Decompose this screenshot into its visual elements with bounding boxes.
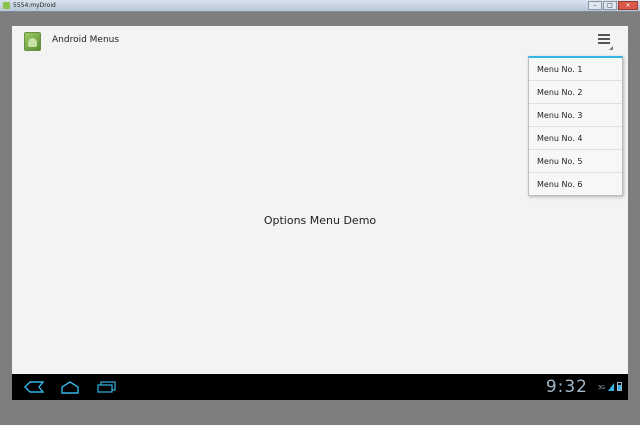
content-text: Options Menu Demo bbox=[263, 214, 377, 227]
back-icon[interactable] bbox=[24, 381, 44, 393]
emulator-app-icon bbox=[3, 2, 10, 9]
menu-item-1[interactable]: Menu No. 1 bbox=[529, 58, 622, 81]
menu-item-6[interactable]: Menu No. 6 bbox=[529, 173, 622, 196]
menu-item-3[interactable]: Menu No. 3 bbox=[529, 104, 622, 127]
home-icon[interactable] bbox=[60, 381, 80, 394]
app-title: Android Menus bbox=[52, 35, 120, 45]
maximize-button[interactable]: □ bbox=[603, 1, 617, 10]
action-bar: Android Menus bbox=[12, 26, 628, 56]
clock: 9:32 bbox=[545, 377, 588, 397]
system-bar: 9:32 3G bbox=[12, 374, 628, 400]
android-app-icon[interactable] bbox=[24, 32, 41, 51]
menu-item-2[interactable]: Menu No. 2 bbox=[529, 81, 622, 104]
window-title: 5554:myDroid bbox=[13, 2, 56, 9]
window-titlebar: 5554:myDroid – □ ✕ bbox=[0, 0, 640, 12]
options-menu: Menu No. 1 Menu No. 2 Menu No. 3 Menu No… bbox=[528, 56, 623, 196]
device-screen: Android Menus Menu No. 1 Menu No. 2 Menu… bbox=[12, 26, 628, 386]
window-controls: – □ ✕ bbox=[588, 1, 638, 10]
minimize-button[interactable]: – bbox=[588, 1, 602, 10]
network-type: 3G bbox=[597, 385, 605, 391]
recent-apps-icon[interactable] bbox=[97, 381, 117, 393]
status-icons: 3G bbox=[598, 382, 622, 391]
signal-icon bbox=[608, 383, 614, 391]
close-button[interactable]: ✕ bbox=[618, 1, 638, 10]
overflow-menu-icon[interactable] bbox=[598, 34, 613, 50]
menu-item-5[interactable]: Menu No. 5 bbox=[529, 150, 622, 173]
battery-icon bbox=[617, 382, 622, 391]
menu-item-4[interactable]: Menu No. 4 bbox=[529, 127, 622, 150]
